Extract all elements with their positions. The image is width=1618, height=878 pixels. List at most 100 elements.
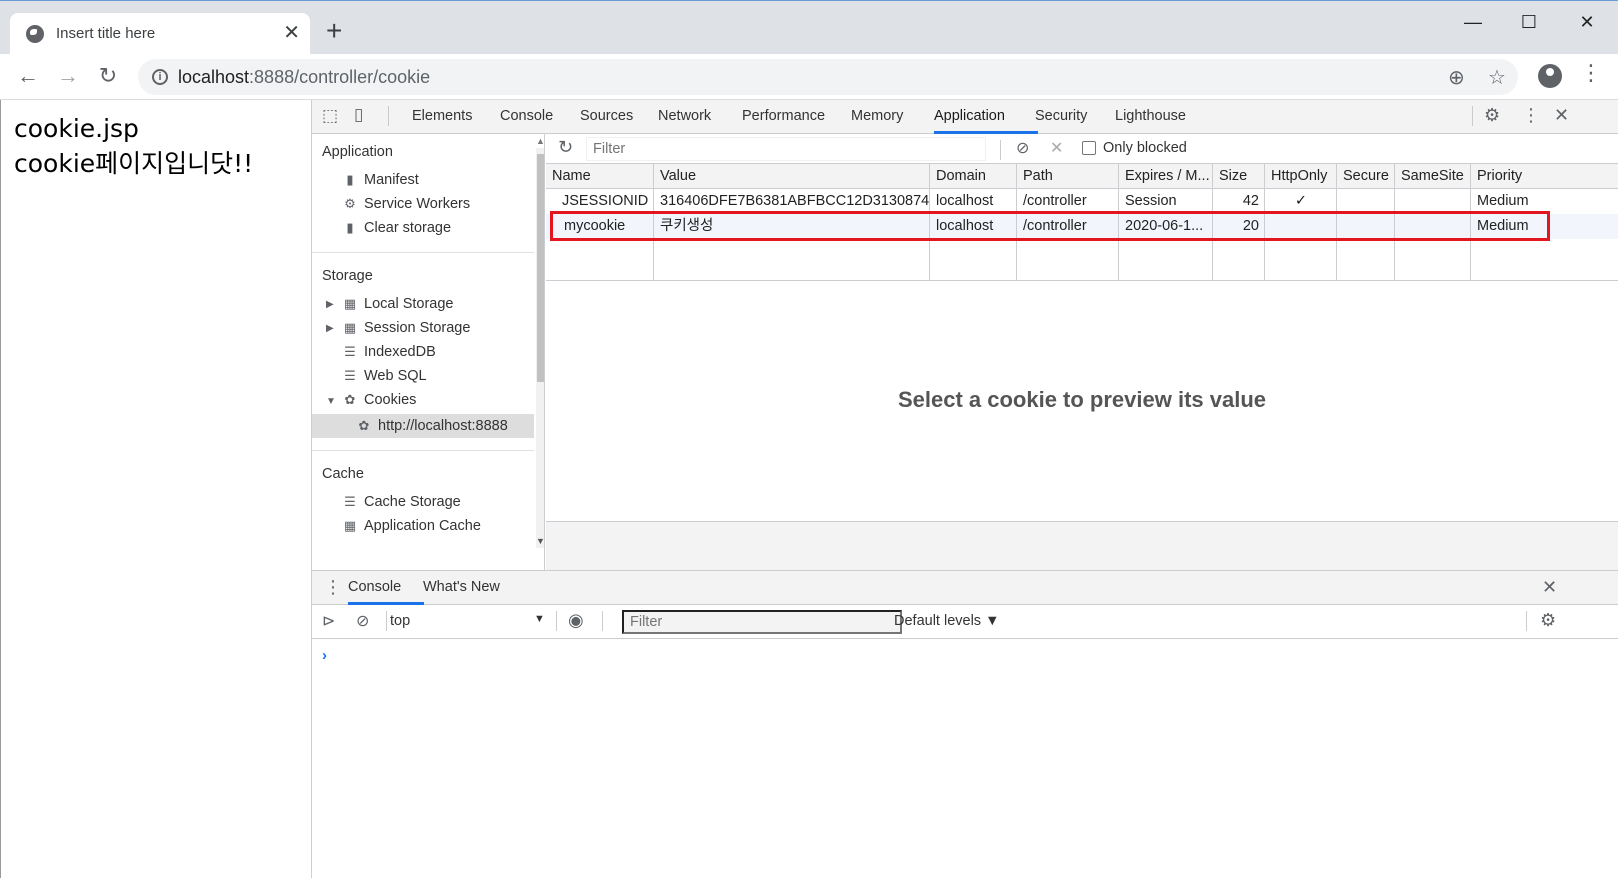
close-devtools-icon[interactable]: ✕ [1554,105,1569,126]
console-drawer: ⋮ Console What's New ✕ ⊳ ⊘ top ▼ ◉ Defau… [312,570,1618,878]
close-window-button[interactable]: ✕ [1564,7,1610,37]
expand-arrow-icon[interactable]: ▶ [326,299,334,310]
forward-arrow-icon[interactable]: → [52,60,84,92]
star-icon[interactable]: ☆ [1488,65,1506,90]
devtools-menu-icon[interactable]: ⋮ [1522,105,1540,126]
sidebar-header-storage: Storage [322,268,373,284]
browser-tab[interactable]: Insert title here ✕ [10,13,310,55]
sidebar-item-cookies[interactable]: ✿ Cookies [342,388,417,412]
drawer-tabbar: ⋮ Console What's New ✕ [312,571,1618,605]
drawer-menu-icon[interactable]: ⋮ [324,577,342,598]
tab-network[interactable]: Network [658,108,711,124]
context-dropdown-icon[interactable]: ▼ [534,613,545,625]
clear-all-icon[interactable]: ⊘ [1016,138,1029,158]
close-drawer-icon[interactable]: ✕ [1542,577,1557,598]
cookie-icon: ✿ [358,418,370,433]
delete-selected-icon[interactable]: ✕ [1050,138,1063,158]
console-filter-input[interactable] [622,610,902,634]
eye-icon[interactable]: ◉ [568,610,584,631]
cookies-pane: ↻ ⊘ ✕ Only blocked Name Value Domain Pat… [546,134,1618,570]
minimize-button[interactable]: — [1450,7,1496,37]
log-levels-dropdown[interactable]: Default levels ▼ [894,613,999,629]
sidebar-item-manifest[interactable]: ▮ Manifest [342,168,418,192]
database-icon: ☰ [344,368,356,383]
grid-icon: ▦ [343,320,357,335]
devtools-tabbar: ⬚ ▯ Elements Console Sources Network Per… [312,100,1618,134]
profile-avatar-icon[interactable] [1538,64,1562,88]
new-tab-button[interactable]: + [326,17,342,45]
column-header-expires[interactable]: Expires / M... [1119,164,1213,189]
sidebar-item-cookie-origin[interactable]: ✿ http://localhost:8888 [356,414,508,438]
tab-application[interactable]: Application [934,108,1005,124]
device-toolbar-icon[interactable]: ▯ [354,105,363,125]
cookie-preview-area: Select a cookie to preview its value [546,280,1618,522]
address-bar[interactable]: i localhost:8888/controller/cookie ⊕ ☆ [138,59,1518,95]
console-settings-gear-icon[interactable]: ⚙ [1540,610,1556,631]
tab-performance[interactable]: Performance [742,108,825,124]
database-icon: ☰ [344,344,356,359]
page-heading-message: cookie페이지입니닷!! [14,149,254,178]
tab-memory[interactable]: Memory [851,108,903,124]
sidebar-item-clear-storage[interactable]: ▮ Clear storage [342,216,451,240]
column-header-samesite[interactable]: SameSite [1395,164,1471,189]
info-icon[interactable]: i [152,69,168,85]
sidebar-item-local-storage[interactable]: ▦ Local Storage [342,292,454,316]
tab-elements[interactable]: Elements [412,108,472,124]
browser-titlebar: Insert title here ✕ + — ☐ ✕ [0,0,1618,55]
clear-console-icon[interactable]: ⊘ [356,611,369,631]
tab-lighthouse[interactable]: Lighthouse [1115,108,1186,124]
scroll-down-icon[interactable]: ▼ [536,536,544,546]
sidebar-header-application: Application [322,144,393,160]
maximize-button[interactable]: ☐ [1506,7,1552,37]
cookie-table-header: Name Value Domain Path Expires / M... Si… [546,164,1618,189]
sidebar-item-service-workers[interactable]: ⚙ Service Workers [342,192,470,216]
refresh-icon[interactable]: ↻ [558,137,573,158]
reload-icon[interactable]: ↻ [92,60,124,92]
column-header-name[interactable]: Name [546,164,654,189]
scroll-up-icon[interactable]: ▲ [536,136,544,146]
cookie-filter-input[interactable] [586,137,986,161]
sidebar-item-cache-storage[interactable]: ☰ Cache Storage [342,490,461,514]
only-blocked-checkbox[interactable] [1082,141,1096,155]
document-icon: ▮ [346,172,354,187]
back-arrow-icon[interactable]: ← [12,60,44,92]
column-header-value[interactable]: Value [654,164,930,189]
expand-arrow-icon[interactable]: ▶ [326,323,334,334]
cookie-icon: ✿ [344,392,356,407]
page-heading-filename: cookie.jsp [14,114,139,143]
database-icon: ☰ [344,494,356,509]
context-select[interactable]: top [390,613,410,629]
console-prompt[interactable]: › [322,647,327,664]
sidebar-item-indexeddb[interactable]: ☰ IndexedDB [342,340,436,364]
globe-icon [26,25,44,43]
column-header-httponly[interactable]: HttpOnly [1265,164,1337,189]
preview-footer [546,522,1618,570]
settings-gear-icon[interactable]: ⚙ [1484,105,1500,126]
preview-placeholder-text: Select a cookie to preview its value [897,387,1267,412]
inspect-element-icon[interactable]: ⬚ [322,106,338,126]
column-header-domain[interactable]: Domain [930,164,1017,189]
column-header-priority[interactable]: Priority [1471,164,1618,189]
zoom-icon[interactable]: ⊕ [1448,65,1465,90]
browser-menu-icon[interactable]: ⋮ [1580,60,1602,86]
show-sidebar-icon[interactable]: ⊳ [322,611,335,631]
trash-icon: ▮ [346,220,354,235]
tab-console[interactable]: Console [500,108,553,124]
sidebar-scrollbar-thumb[interactable] [537,154,544,382]
tab-whats-new[interactable]: What's New [423,579,500,595]
sidebar-item-web-sql[interactable]: ☰ Web SQL [342,364,426,388]
tab-security[interactable]: Security [1035,108,1087,124]
only-blocked-label: Only blocked [1103,140,1187,156]
sidebar-item-application-cache[interactable]: ▦ Application Cache [342,514,481,538]
console-toolbar: ⊳ ⊘ top ▼ ◉ Default levels ▼ ⚙ [312,605,1618,639]
column-header-secure[interactable]: Secure [1337,164,1395,189]
sidebar-item-session-storage[interactable]: ▦ Session Storage [342,316,471,340]
column-header-size[interactable]: Size [1213,164,1265,189]
gear-icon: ⚙ [344,196,356,211]
tab-drawer-console[interactable]: Console [348,579,401,595]
collapse-arrow-icon[interactable]: ▼ [326,396,336,407]
tab-sources[interactable]: Sources [580,108,633,124]
tab-title: Insert title here [56,25,156,42]
column-header-path[interactable]: Path [1017,164,1119,189]
close-tab-icon[interactable]: ✕ [283,21,300,45]
